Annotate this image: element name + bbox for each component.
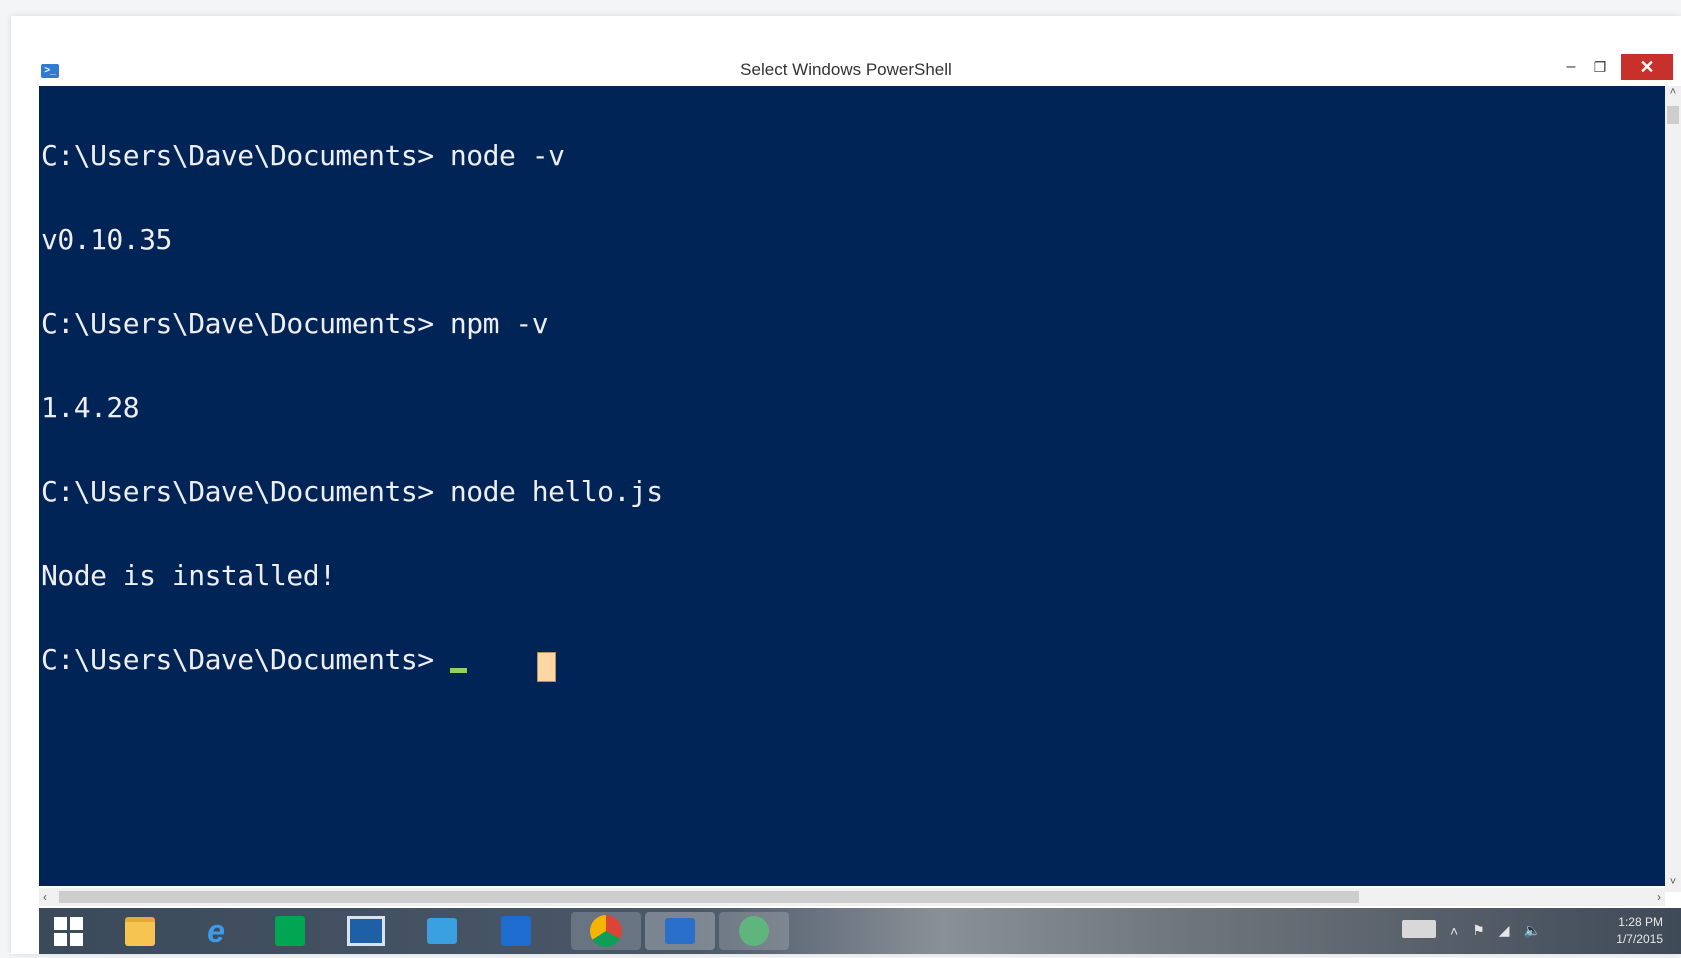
taskbar-clock[interactable]: 1:28 PM 1/7/2015 [1616, 914, 1663, 948]
scroll-down-icon[interactable]: ˅ [1665, 876, 1681, 892]
mouse-cursor-icon [537, 652, 556, 682]
remote-app-icon[interactable] [497, 912, 535, 950]
console-line: C:\Users\Dave\Documents> npm -v [41, 307, 549, 340]
file-explorer-icon[interactable] [121, 912, 159, 950]
store-icon[interactable] [271, 912, 309, 950]
console-line: 1.4.28 [41, 391, 140, 424]
console-line: v0.10.35 [41, 223, 172, 256]
console-text: C:\Users\Dave\Documents> node -v v0.10.3… [41, 86, 663, 730]
keyboard-icon[interactable] [1402, 920, 1437, 941]
scroll-right-icon[interactable]: › [1657, 888, 1661, 906]
scroll-up-icon[interactable]: ˄ [1665, 86, 1681, 102]
show-hidden-icons-icon[interactable]: ˄ [1450, 923, 1458, 939]
text-cursor [449, 668, 467, 673]
console-line: Node is installed! [41, 559, 336, 592]
system-tray: ˄ ⚑ ◢ 🔈 [1402, 920, 1541, 941]
windows-start-icon[interactable] [49, 912, 87, 950]
taskbar: e ˄ ⚑ ◢ 🔈 1:28 PM 1/7/2015 [39, 908, 1681, 954]
volume-icon[interactable]: 🔈 [1524, 922, 1541, 939]
action-center-flag-icon[interactable]: ⚑ [1472, 922, 1485, 939]
remote-desktop-icon[interactable] [347, 912, 385, 950]
restore-button[interactable]: ❐ [1587, 54, 1613, 80]
powershell-taskbar-icon[interactable] [645, 912, 715, 950]
chrome-icon[interactable] [571, 912, 641, 950]
console-prompt: C:\Users\Dave\Documents> [41, 643, 450, 676]
network-icon[interactable]: ◢ [1499, 922, 1510, 939]
console-line: C:\Users\Dave\Documents> node hello.js [41, 475, 663, 508]
scroll-left-icon[interactable]: ‹ [43, 888, 47, 906]
horizontal-scrollbar[interactable]: ‹ › [39, 888, 1665, 906]
horizontal-scroll-thumb[interactable] [59, 891, 1359, 903]
minimize-button[interactable]: – [1559, 54, 1583, 80]
console-line: C:\Users\Dave\Documents> node -v [41, 139, 565, 172]
mail-icon[interactable] [423, 912, 461, 950]
clock-time: 1:28 PM [1618, 915, 1663, 929]
window-title-bar[interactable]: >_ Select Windows PowerShell – ❐ ✕ [11, 40, 1681, 86]
desktop-screen: >_ Select Windows PowerShell – ❐ ✕ C:\Us… [11, 16, 1681, 954]
vertical-scroll-thumb[interactable] [1667, 106, 1679, 124]
window-title: Select Windows PowerShell [740, 60, 952, 79]
console-output-area[interactable]: C:\Users\Dave\Documents> node -v v0.10.3… [39, 86, 1665, 886]
internet-explorer-icon[interactable]: e [197, 912, 235, 950]
atom-icon[interactable] [719, 912, 789, 950]
console-prompt-line[interactable]: C:\Users\Dave\Documents> [41, 646, 663, 674]
clock-date: 1/7/2015 [1616, 932, 1663, 946]
close-button[interactable]: ✕ [1621, 54, 1673, 80]
vertical-scrollbar[interactable]: ˄ ˅ [1665, 86, 1681, 892]
